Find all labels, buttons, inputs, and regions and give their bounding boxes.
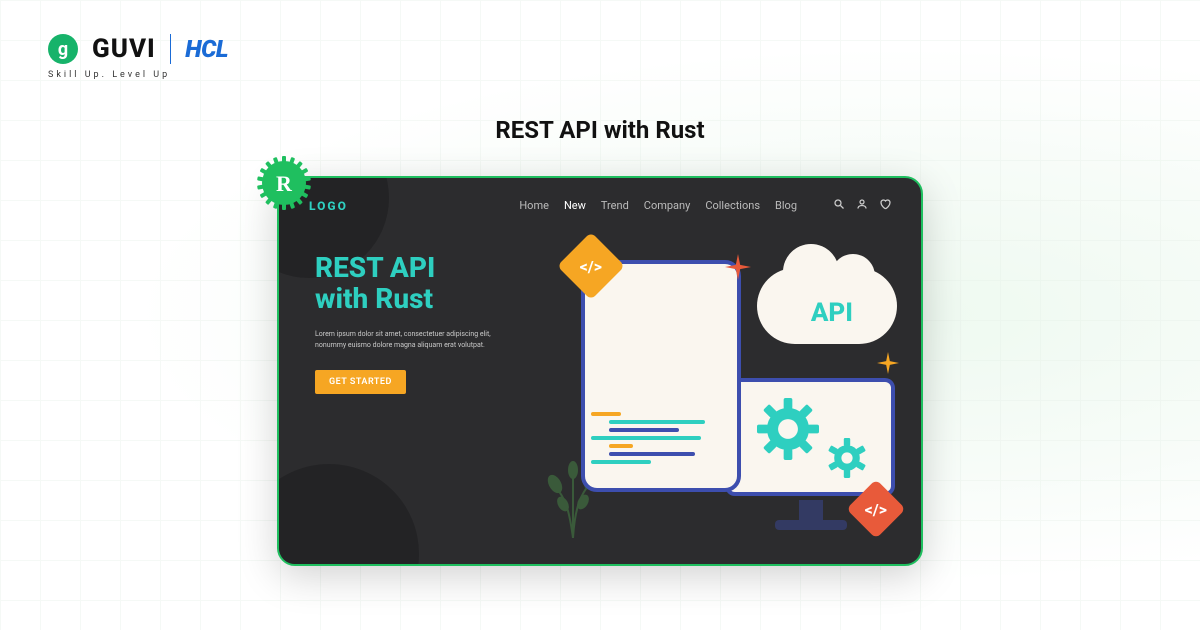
brand-header: g GUVI HCL — [48, 34, 228, 64]
hero-title: REST API with Rust — [315, 253, 545, 315]
guvi-badge-letter: g — [58, 39, 68, 60]
nav-item-trend[interactable]: Trend — [601, 199, 629, 212]
hero-copy: REST API with Rust Lorem ipsum dolor sit… — [315, 253, 545, 394]
hcl-wordmark: HCL — [185, 35, 228, 63]
guvi-wordmark: GUVI — [92, 34, 156, 64]
site-logo-label: LOGO — [309, 199, 348, 213]
code-lines-icon — [591, 408, 727, 482]
nav-items: Home New Trend Company Collections Blog — [519, 199, 797, 212]
site-nav: LOGO Home New Trend Company Collections … — [279, 178, 921, 213]
gear-icon — [827, 438, 867, 482]
brand-tagline: Skill Up. Level Up — [48, 70, 170, 80]
sparkle-icon — [725, 254, 751, 280]
brand-divider — [170, 34, 172, 64]
hero-title-line2: with Rust — [315, 282, 433, 315]
nav-item-collections[interactable]: Collections — [705, 199, 760, 212]
nav-item-company[interactable]: Company — [644, 199, 691, 212]
nav-item-blog[interactable]: Blog — [775, 199, 797, 212]
svg-text:R: R — [276, 171, 293, 196]
rust-logo-icon: R — [257, 156, 311, 210]
heart-icon[interactable] — [879, 198, 891, 213]
monitor-stand — [799, 500, 823, 522]
get-started-button[interactable]: GET STARTED — [315, 370, 406, 394]
code-symbol: </> — [865, 499, 887, 518]
preview-card: LOGO Home New Trend Company Collections … — [277, 176, 923, 566]
code-symbol: </> — [580, 256, 602, 275]
hero-title-line1: REST API — [315, 251, 435, 284]
monitor-base — [775, 520, 847, 530]
user-icon[interactable] — [856, 198, 868, 213]
nav-item-new[interactable]: New — [564, 199, 586, 212]
nav-utility-icons — [833, 198, 891, 213]
gear-icon — [757, 398, 819, 464]
search-icon[interactable] — [833, 198, 845, 213]
cloud-api-label: API — [811, 298, 853, 328]
hero-description: Lorem ipsum dolor sit amet, consectetuer… — [315, 329, 505, 351]
guvi-badge-icon: g — [48, 34, 78, 64]
nav-item-home[interactable]: Home — [519, 199, 549, 212]
sparkle-icon — [877, 352, 899, 374]
page-title: REST API with Rust — [0, 116, 1200, 144]
